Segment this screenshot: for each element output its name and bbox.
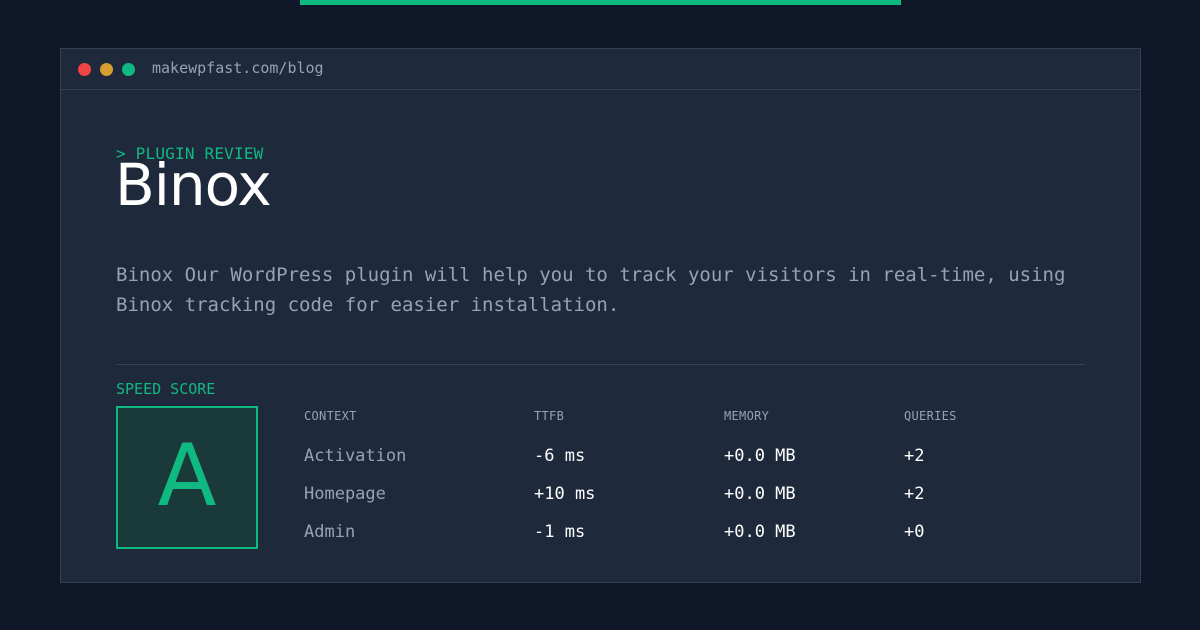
column-header-queries: QUERIES	[904, 409, 957, 423]
close-window-icon[interactable]	[78, 63, 91, 76]
table-cell-context: Admin	[304, 522, 356, 542]
speed-score-label: SPEED SCORE	[116, 380, 216, 398]
page-title: Binox	[115, 151, 272, 219]
column-header-memory: MEMORY	[724, 409, 770, 423]
minimize-window-icon[interactable]	[100, 63, 113, 76]
speed-grade-badge: A	[116, 406, 258, 549]
window-titlebar: makewpfast.com/blog	[61, 49, 1140, 90]
column-header-context: CONTEXT	[304, 409, 357, 423]
section-divider	[116, 364, 1085, 365]
top-accent-bar	[300, 0, 901, 5]
table-cell-queries: +0	[904, 522, 925, 542]
table-cell-ttfb: +10 ms	[534, 484, 596, 504]
table-cell-context: Homepage	[304, 484, 386, 504]
maximize-window-icon[interactable]	[122, 63, 135, 76]
column-header-ttfb: TTFB	[534, 409, 565, 423]
table-cell-memory: +0.0 MB	[724, 522, 796, 542]
table-cell-ttfb: -6 ms	[534, 446, 586, 466]
table-cell-memory: +0.0 MB	[724, 446, 796, 466]
table-cell-context: Activation	[304, 446, 407, 466]
table-cell-memory: +0.0 MB	[724, 484, 796, 504]
browser-window: makewpfast.com/blog > PLUGIN REVIEW Bino…	[60, 48, 1141, 583]
address-bar-url[interactable]: makewpfast.com/blog	[152, 58, 324, 78]
table-cell-queries: +2	[904, 484, 925, 504]
table-cell-queries: +2	[904, 446, 925, 466]
post-description: Binox Our WordPress plugin will help you…	[116, 264, 1066, 316]
table-cell-ttfb: -1 ms	[534, 522, 586, 542]
speed-grade-letter: A	[157, 426, 217, 526]
